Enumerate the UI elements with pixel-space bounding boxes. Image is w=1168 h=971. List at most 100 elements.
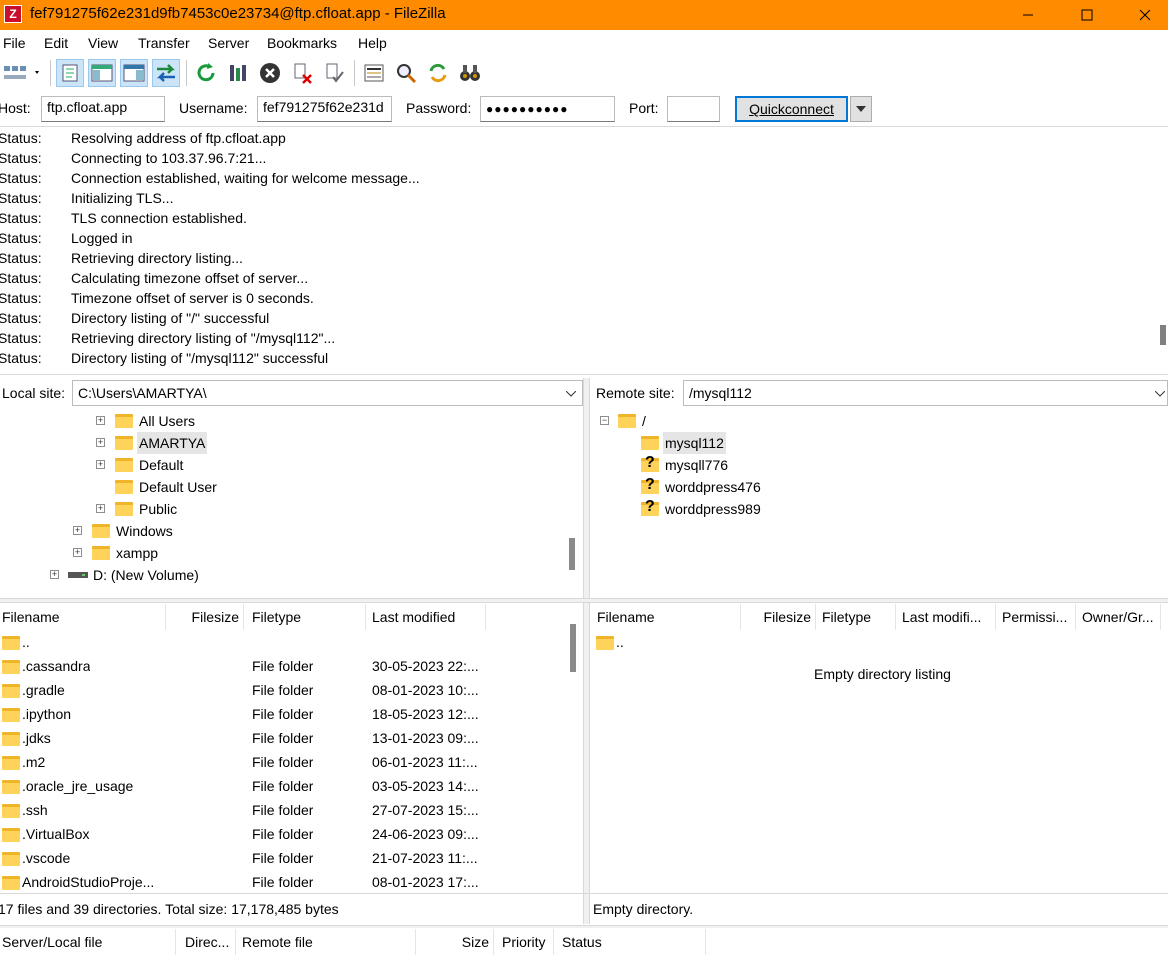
cancel-operation-button[interactable] — [256, 59, 284, 87]
file-row[interactable]: .. — [0, 630, 565, 654]
menu-bookmarks[interactable]: Bookmarks — [267, 35, 337, 51]
toggle-message-log-button[interactable] — [56, 59, 84, 87]
tree-item-xampp[interactable]: + xampp — [0, 542, 570, 564]
toggle-remote-tree-button[interactable] — [120, 59, 148, 87]
column-priority[interactable]: Priority — [494, 929, 554, 955]
refresh-button[interactable] — [192, 59, 220, 87]
tree-item-default[interactable]: + Default — [0, 454, 570, 476]
local-tree-pane: Local site: C:\Users\AMARTYA\ + All Users… — [0, 378, 583, 598]
tree-item-default-user[interactable]: Default User — [0, 476, 570, 498]
column-filename[interactable]: Filename — [591, 604, 741, 630]
folder-icon — [2, 756, 20, 770]
local-site-path[interactable]: C:\Users\AMARTYA\ — [72, 380, 583, 406]
password-input[interactable]: ●●●●●●●●●● — [480, 96, 615, 122]
menu-edit[interactable]: Edit — [44, 35, 68, 51]
remote-site-path[interactable]: /mysql112 — [683, 380, 1168, 406]
column-filetype[interactable]: Filetype — [816, 604, 896, 630]
remote-file-list: Filename Filesize Filetype Last modifi..… — [591, 604, 1168, 894]
log-scrollbar[interactable] — [1160, 325, 1166, 345]
username-input[interactable]: fef791275f62e231d — [257, 96, 392, 122]
column-direction[interactable]: Direc... — [176, 929, 236, 955]
file-row[interactable]: .m2 File folder 06-01-2023 11:... — [0, 750, 565, 774]
message-log[interactable]: Status: Resolving address of ftp.cfloat.a… — [0, 128, 1168, 375]
disconnect-button[interactable] — [288, 59, 316, 87]
process-queue-button[interactable] — [224, 59, 252, 87]
column-filename[interactable]: Filename — [0, 604, 166, 630]
host-input[interactable]: ftp.cfloat.app — [41, 96, 165, 122]
tree-item-amartya[interactable]: + AMARTYA — [0, 432, 570, 454]
tree-item-d-drive[interactable]: + D: (New Volume) — [0, 564, 570, 586]
quickconnect-history-button[interactable] — [850, 96, 872, 122]
local-file-list: Filename Filesize Filetype Last modified… — [0, 604, 583, 894]
file-row[interactable]: .ipython File folder 18-05-2023 12:... — [0, 702, 565, 726]
pane-splitter[interactable] — [583, 378, 590, 924]
folder-icon — [115, 502, 133, 516]
tree-item-all-users[interactable]: + All Users — [0, 410, 570, 432]
site-manager-button[interactable] — [0, 59, 44, 87]
folder-icon — [641, 436, 659, 450]
folder-icon — [2, 660, 20, 674]
toggle-local-tree-button[interactable] — [88, 59, 116, 87]
directory-filters-button[interactable] — [360, 59, 388, 87]
minimize-icon — [1023, 14, 1033, 16]
column-last-modified[interactable]: Last modifi... — [896, 604, 996, 630]
toggle-filename-filter-button[interactable] — [392, 59, 420, 87]
file-row[interactable]: .jdks File folder 13-01-2023 09:... — [0, 726, 565, 750]
tree-item-mysql112[interactable]: mysql112 — [591, 432, 1161, 454]
remote-tree-icon — [123, 64, 145, 82]
file-row[interactable]: .gradle File folder 08-01-2023 10:... — [0, 678, 565, 702]
refresh-icon — [197, 63, 215, 82]
horizontal-splitter[interactable] — [0, 598, 1168, 603]
file-row[interactable]: .vscode File folder 21-07-2023 11:... — [0, 846, 565, 870]
menu-help[interactable]: Help — [358, 35, 387, 51]
search-remote-files-button[interactable] — [456, 59, 484, 87]
tree-item-windows[interactable]: + Windows — [0, 520, 570, 542]
folder-icon — [2, 780, 20, 794]
folder-icon — [618, 414, 636, 428]
tree-item-worddpress476[interactable]: ? worddpress476 — [591, 476, 1161, 498]
toggle-transfer-queue-button[interactable] — [152, 59, 180, 87]
column-server-local-file[interactable]: Server/Local file — [0, 929, 176, 955]
tree-item-root[interactable]: − / — [591, 410, 1161, 432]
column-owner-group[interactable]: Owner/Gr... — [1076, 604, 1161, 630]
folder-icon — [92, 546, 110, 560]
file-row[interactable]: .. — [591, 630, 1161, 654]
column-filetype[interactable]: Filetype — [244, 604, 366, 630]
file-row[interactable]: .cassandra File folder 30-05-2023 22:... — [0, 654, 565, 678]
file-row[interactable]: .VirtualBox File folder 24-06-2023 09:... — [0, 822, 565, 846]
file-row[interactable]: AndroidStudioProje... File folder 08-01-20… — [0, 870, 565, 894]
port-input[interactable] — [667, 96, 720, 122]
close-button[interactable] — [1122, 0, 1168, 30]
synchronized-browsing-button[interactable] — [424, 59, 452, 87]
maximize-button[interactable] — [1064, 0, 1110, 30]
file-row[interactable]: .oracle_jre_usage File folder 03-05-2023 1… — [0, 774, 565, 798]
column-filesize[interactable]: Filesize — [741, 604, 816, 630]
minimize-button[interactable] — [1005, 0, 1051, 30]
local-tree-icon — [91, 64, 113, 82]
remote-site-label: Remote site: — [596, 385, 675, 401]
local-tree-scrollbar[interactable] — [569, 538, 575, 570]
tree-item-worddpress989[interactable]: ? worddpress989 — [591, 498, 1161, 520]
column-remote-file[interactable]: Remote file — [236, 929, 416, 955]
chevron-down-icon — [566, 391, 576, 397]
file-row[interactable]: .ssh File folder 27-07-2023 15:... — [0, 798, 565, 822]
menu-view[interactable]: View — [88, 35, 118, 51]
reconnect-button[interactable] — [320, 59, 348, 87]
column-status[interactable]: Status — [554, 929, 706, 955]
folder-icon — [2, 684, 20, 698]
column-filesize[interactable]: Filesize — [166, 604, 244, 630]
column-size[interactable]: Size — [416, 929, 494, 955]
quickconnect-button[interactable]: Quickconnect — [735, 96, 848, 122]
menu-transfer[interactable]: Transfer — [138, 35, 190, 51]
menu-server[interactable]: Server — [208, 35, 249, 51]
tree-item-mysqll776[interactable]: ? mysqll776 — [591, 454, 1161, 476]
empty-listing-message: Empty directory listing — [814, 666, 951, 682]
menu-file[interactable]: File — [3, 35, 26, 51]
column-last-modified[interactable]: Last modified — [366, 604, 486, 630]
folder-icon — [2, 876, 20, 890]
search-filter-icon — [397, 64, 417, 84]
local-list-scrollbar[interactable] — [570, 624, 576, 672]
cancel-icon — [260, 63, 280, 83]
tree-item-public[interactable]: + Public — [0, 498, 570, 520]
column-permissions[interactable]: Permissi... — [996, 604, 1076, 630]
